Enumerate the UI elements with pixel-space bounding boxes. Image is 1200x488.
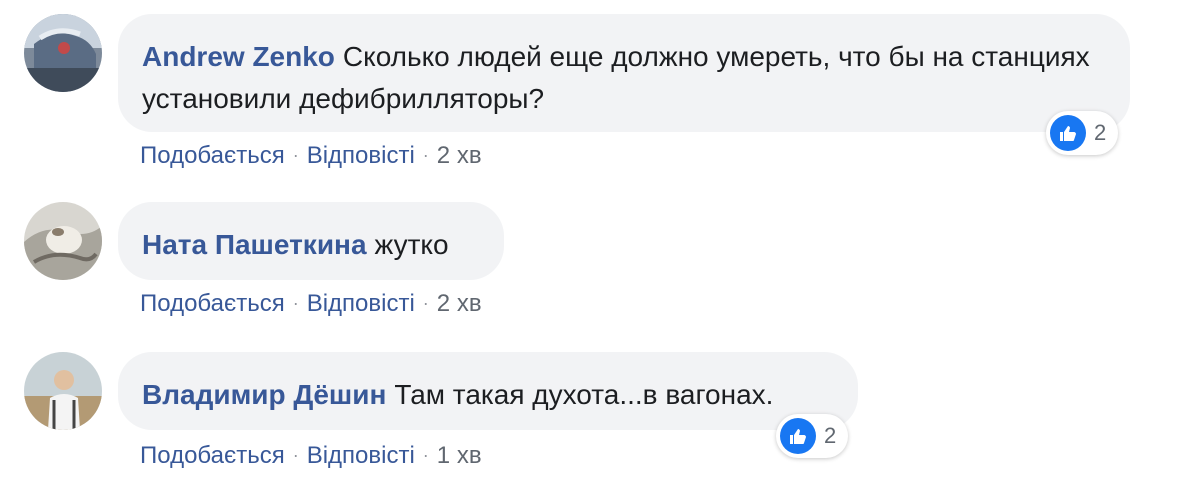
like-link[interactable]: Подобається bbox=[140, 290, 285, 317]
comment-text: жутко bbox=[374, 229, 449, 260]
comment-bubble: Владимир Дёшин Там такая духота...в вагон… bbox=[118, 352, 858, 430]
avatar[interactable] bbox=[24, 14, 102, 92]
comment-bubble: Ната Пашеткина жутко bbox=[118, 202, 504, 280]
separator-dot: · bbox=[292, 293, 299, 313]
separator-dot: · bbox=[422, 293, 429, 313]
like-icon bbox=[780, 418, 816, 454]
comment-actions: Подобається · Відповісті · 2 хв bbox=[140, 142, 482, 170]
reply-link[interactable]: Відповісті bbox=[307, 142, 415, 169]
separator-dot: · bbox=[422, 145, 429, 165]
separator-dot: · bbox=[292, 445, 299, 465]
comment-time[interactable]: 2 хв bbox=[437, 142, 482, 169]
separator-dot: · bbox=[422, 445, 429, 465]
comment-bubble: Andrew Zenko Сколько людей еще должно уме… bbox=[118, 14, 1130, 132]
comment-author[interactable]: Ната Пашеткина bbox=[142, 229, 367, 260]
avatar[interactable] bbox=[24, 202, 102, 280]
comment-time[interactable]: 1 хв bbox=[437, 442, 482, 469]
comment-actions: Подобається · Відповісті · 2 хв bbox=[140, 290, 482, 318]
like-link[interactable]: Подобається bbox=[140, 142, 285, 169]
comment-author[interactable]: Владимир Дёшин bbox=[142, 379, 386, 410]
reaction-summary[interactable]: 2 bbox=[776, 414, 849, 458]
reply-link[interactable]: Відповісті bbox=[307, 442, 415, 469]
separator-dot: · bbox=[292, 145, 299, 165]
avatar[interactable] bbox=[24, 352, 102, 430]
like-icon bbox=[1050, 115, 1086, 151]
reaction-count: 2 bbox=[824, 423, 837, 448]
like-link[interactable]: Подобається bbox=[140, 442, 285, 469]
comment-time[interactable]: 2 хв bbox=[437, 290, 482, 317]
comment-author[interactable]: Andrew Zenko bbox=[142, 41, 335, 72]
comment-text: Там такая духота...в вагонах. bbox=[394, 379, 774, 410]
reply-link[interactable]: Відповісті bbox=[307, 290, 415, 317]
reaction-count: 2 bbox=[1094, 120, 1107, 145]
comment-actions: Подобається · Відповісті · 1 хв bbox=[140, 442, 482, 470]
reaction-summary[interactable]: 2 bbox=[1046, 111, 1119, 155]
